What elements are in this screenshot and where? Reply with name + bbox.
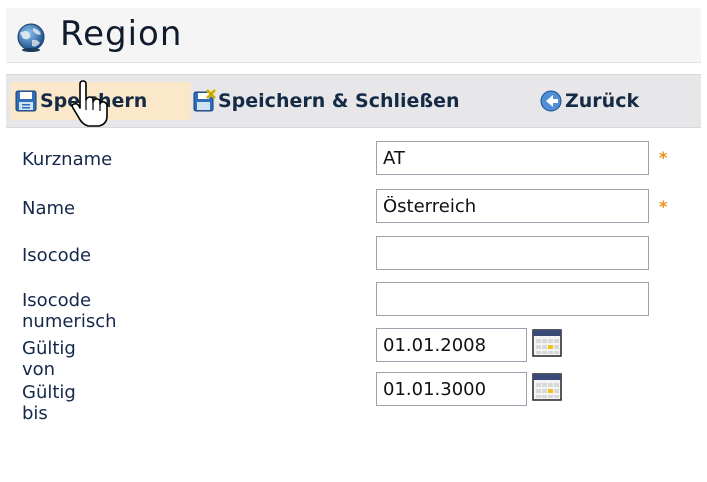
isocode-numeric-input[interactable] bbox=[376, 282, 649, 316]
isocode-numeric-label: Isocode numerisch bbox=[22, 290, 117, 332]
globe-icon bbox=[17, 23, 45, 52]
arrow-left-circle-icon bbox=[540, 90, 562, 112]
kurzname-label: Kurzname bbox=[22, 149, 113, 170]
required-marker: * bbox=[659, 197, 668, 216]
valid-to-label: Gültig bis bbox=[22, 382, 76, 424]
valid-from-label: Gültig von bbox=[22, 338, 76, 380]
save-button[interactable]: Speichern bbox=[10, 82, 191, 120]
kurzname-input[interactable] bbox=[376, 141, 649, 175]
save-close-button-label: Speichern & Schließen bbox=[218, 90, 460, 112]
toolbar: Speichern Speichern & Schließen Zurück bbox=[6, 74, 701, 128]
isocode-label: Isocode bbox=[22, 245, 92, 266]
calendar-icon[interactable] bbox=[532, 328, 562, 358]
save-button-label: Speichern bbox=[40, 90, 148, 112]
required-marker: * bbox=[659, 148, 668, 167]
valid-from-input[interactable] bbox=[376, 328, 527, 362]
name-label: Name bbox=[22, 198, 76, 219]
calendar-icon[interactable] bbox=[532, 372, 562, 402]
save-close-button[interactable]: Speichern & Schließen bbox=[192, 82, 460, 120]
back-button[interactable]: Zurück bbox=[539, 82, 639, 120]
name-input[interactable] bbox=[376, 189, 649, 223]
isocode-input[interactable] bbox=[376, 236, 649, 270]
page-title: Region bbox=[60, 14, 183, 54]
floppy-disk-close-icon bbox=[193, 89, 216, 112]
floppy-disk-icon bbox=[15, 90, 37, 112]
back-button-label: Zurück bbox=[565, 90, 640, 112]
valid-to-input[interactable] bbox=[376, 372, 527, 406]
title-bar: Region bbox=[6, 8, 701, 63]
